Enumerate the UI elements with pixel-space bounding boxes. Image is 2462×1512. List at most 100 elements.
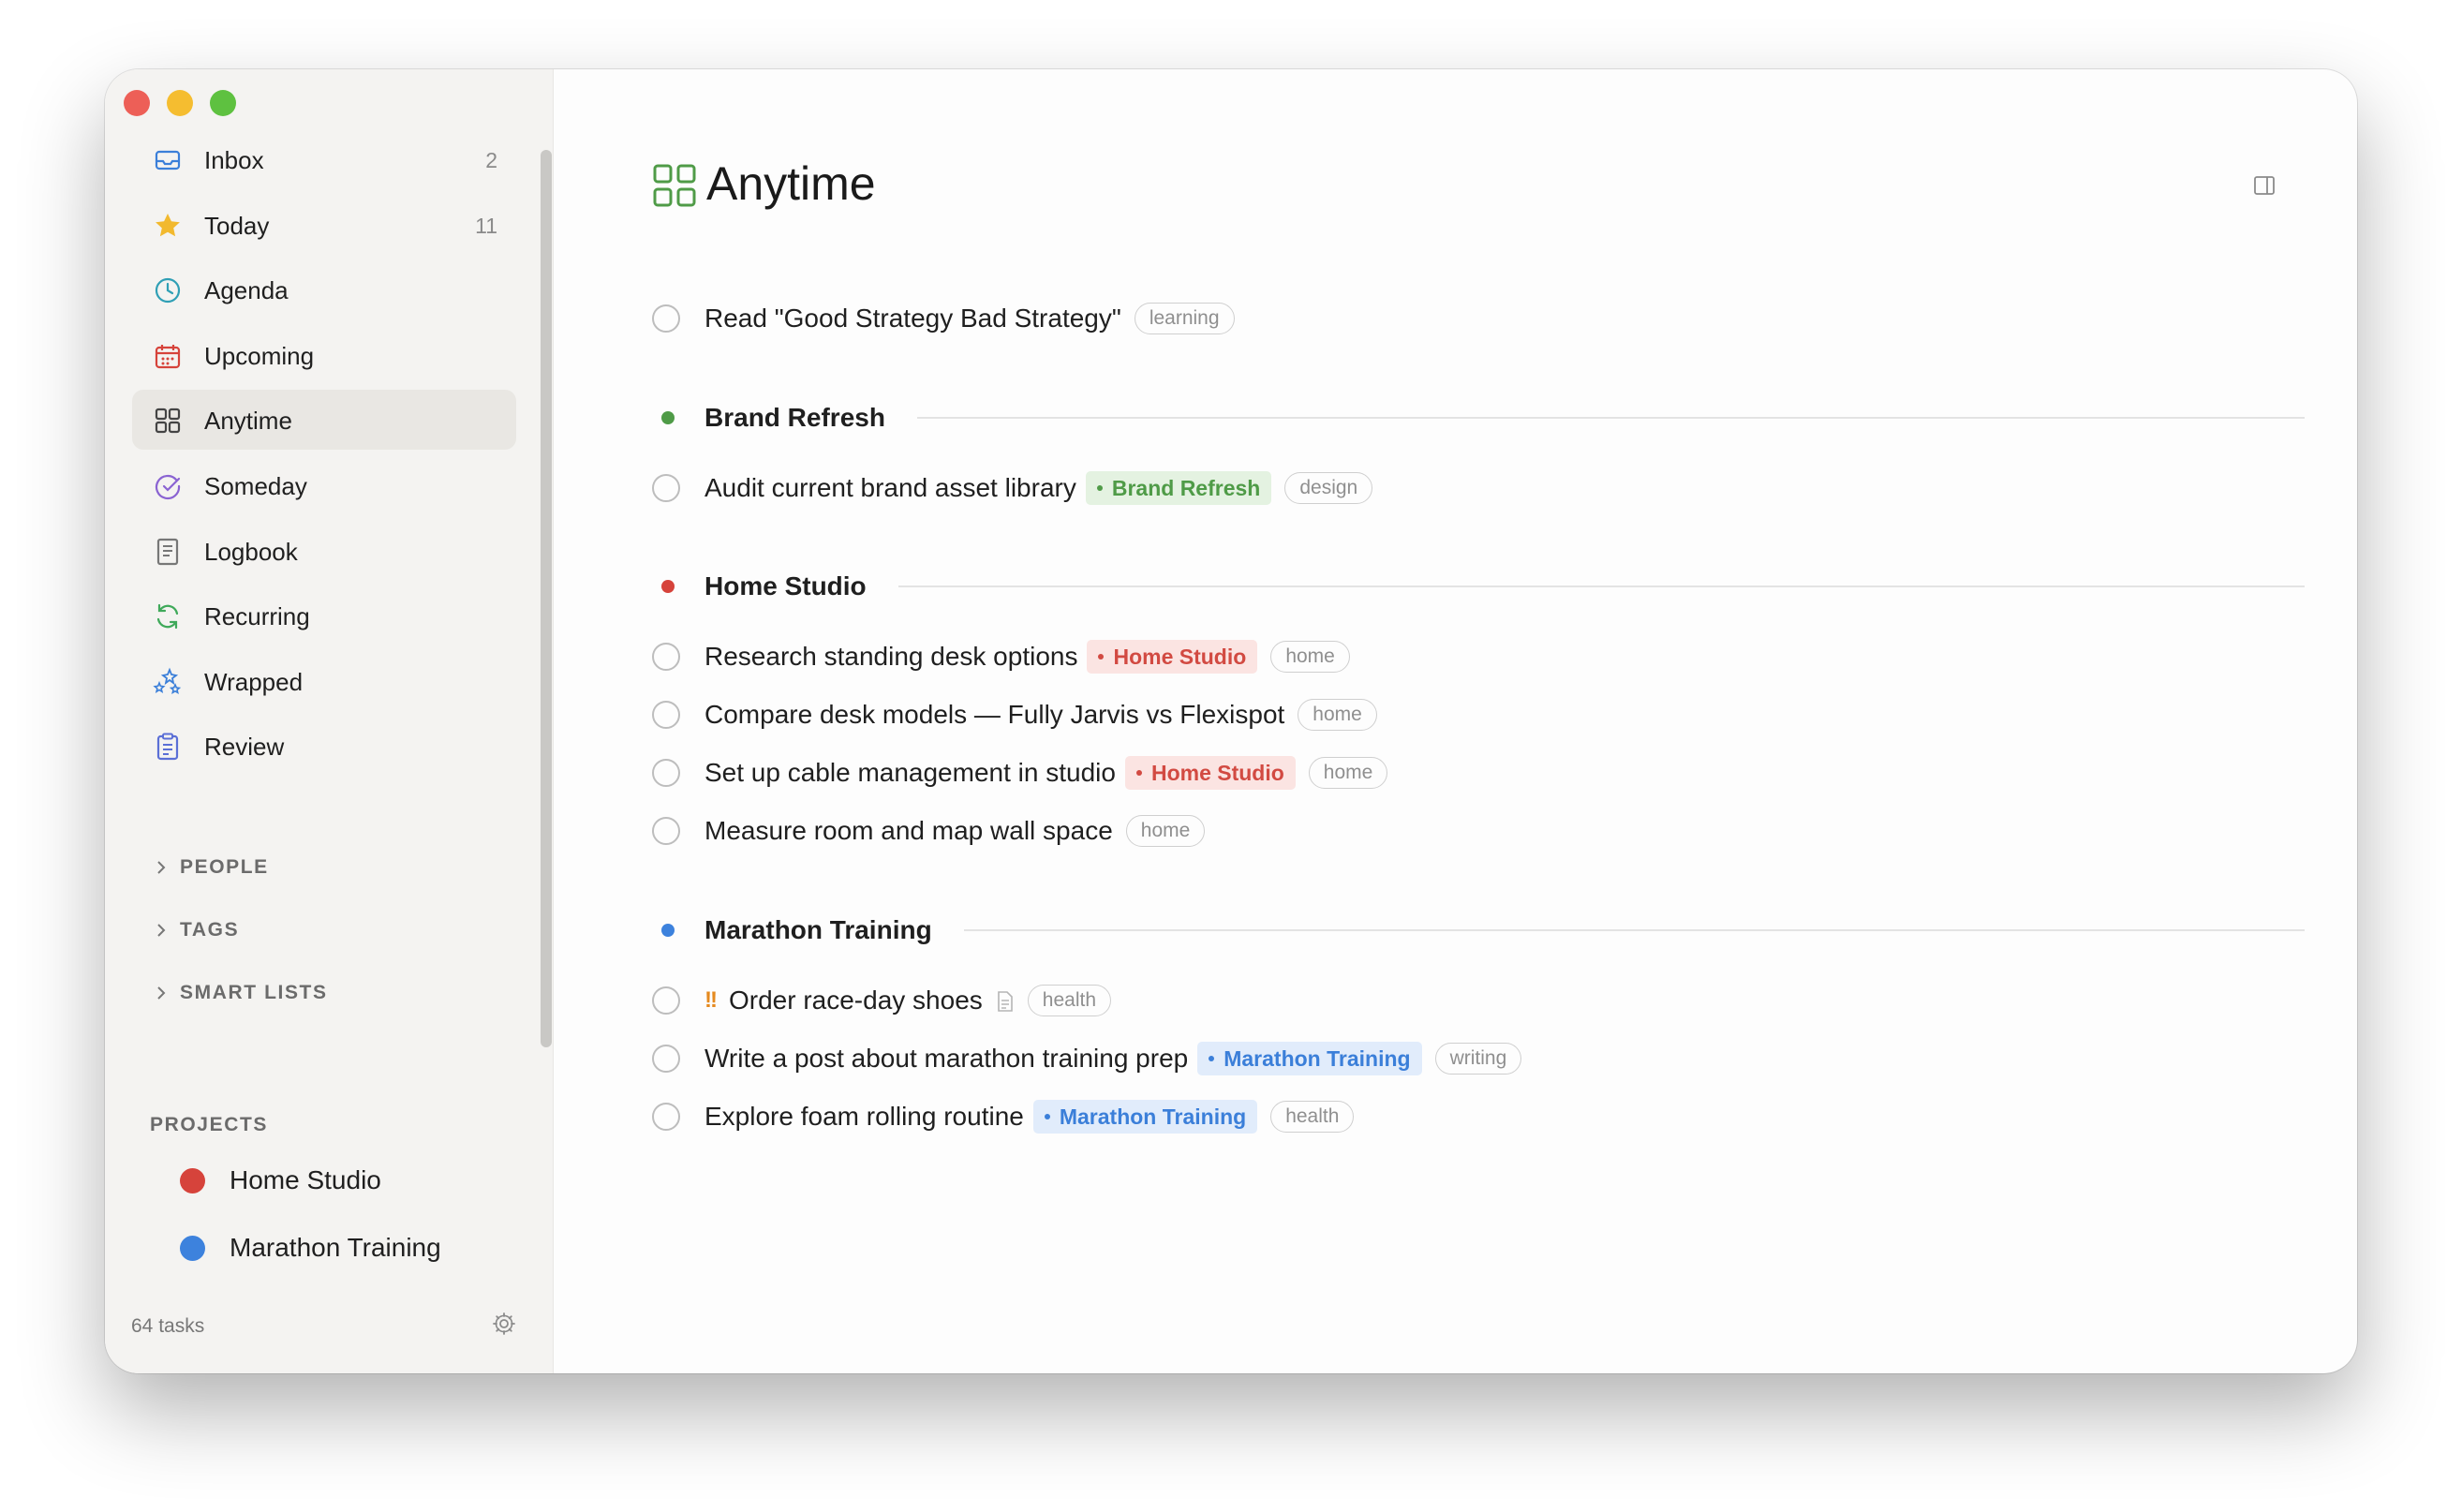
divider: [897, 586, 2305, 587]
chevron-right-icon: [157, 986, 166, 1000]
task-row[interactable]: Compare desk models — Fully Jarvis vs Fl…: [652, 694, 1377, 735]
sidebar-item-someday[interactable]: Someday: [132, 455, 516, 515]
tag-chip[interactable]: learning: [1134, 303, 1235, 334]
sidebar-item-upcoming[interactable]: Upcoming: [132, 325, 516, 385]
someday-icon: [153, 471, 183, 501]
section-label: SMART LISTS: [180, 982, 328, 1003]
divider: [963, 929, 2305, 931]
sidebar-section-people[interactable]: PEOPLE: [154, 852, 269, 882]
task-title: Research standing desk options: [704, 642, 1078, 671]
task-row[interactable]: Set up cable management in studio Home S…: [652, 752, 1388, 793]
task-row[interactable]: Write a post about marathon training pre…: [652, 1038, 1522, 1079]
task-checkbox[interactable]: [652, 1103, 680, 1131]
task-checkbox[interactable]: [652, 304, 680, 333]
zoom-window-button[interactable]: [210, 90, 236, 116]
bullet-dot: [1044, 1113, 1050, 1119]
task-title: Compare desk models — Fully Jarvis vs Fl…: [704, 700, 1285, 729]
task-title: Audit current brand asset library: [704, 473, 1076, 502]
sidebar-item-label: Anytime: [204, 407, 292, 436]
minimize-window-button[interactable]: [167, 90, 193, 116]
clock-icon: [153, 275, 183, 305]
sidebar-item-label: Wrapped: [204, 667, 304, 696]
page-title: Anytime: [706, 157, 876, 210]
sidebar-item-label: Agenda: [204, 276, 289, 305]
project-chip[interactable]: Brand Refresh: [1085, 471, 1272, 505]
star-icon: [153, 211, 183, 241]
task-checkbox[interactable]: [652, 474, 680, 502]
chevron-right-icon: [157, 861, 166, 874]
sidebar-item-recurring[interactable]: Recurring: [132, 586, 516, 645]
priority-indicator: !!: [704, 987, 718, 1013]
project-chip[interactable]: Home Studio: [1087, 640, 1258, 674]
sidebar-item-inbox[interactable]: Inbox 2: [132, 129, 516, 189]
tag-chip[interactable]: design: [1284, 472, 1373, 504]
sidebar-nav: Inbox 2 Today 11 Agenda Upcoming Anytime…: [132, 129, 516, 781]
sidebar-item-review[interactable]: Review: [132, 716, 516, 776]
tag-chip[interactable]: home: [1270, 641, 1350, 673]
tag-chip[interactable]: health: [1270, 1101, 1355, 1133]
task-row[interactable]: Audit current brand asset library Brand …: [652, 467, 1373, 509]
project-color-dot: [180, 1167, 205, 1193]
sidebar: Inbox 2 Today 11 Agenda Upcoming Anytime…: [105, 69, 554, 1373]
main-content: Anytime Read "Good Strategy Bad Strategy…: [554, 69, 2357, 1373]
sidebar-item-today[interactable]: Today 11: [132, 195, 516, 255]
task-checkbox[interactable]: [652, 643, 680, 671]
task-checkbox[interactable]: [652, 817, 680, 845]
logbook-icon: [153, 537, 183, 567]
bullet-dot: [1135, 769, 1142, 776]
project-group-heading[interactable]: Brand Refresh: [652, 399, 2305, 437]
group-title: Marathon Training: [704, 915, 932, 944]
sidebar-item-label: Logbook: [204, 537, 298, 566]
project-color-dot: [661, 924, 675, 937]
sidebar-item-anytime[interactable]: Anytime: [132, 390, 516, 451]
task-row[interactable]: Read "Good Strategy Bad Strategy" learni…: [652, 298, 1235, 339]
task-row[interactable]: Explore foam rolling routine Marathon Tr…: [652, 1096, 1355, 1137]
project-group-heading[interactable]: Home Studio: [652, 568, 2305, 605]
sidebar-item-agenda[interactable]: Agenda: [132, 259, 516, 319]
calendar-icon: [153, 341, 183, 371]
tag-chip[interactable]: home: [1308, 757, 1388, 789]
project-chip[interactable]: Marathon Training: [1197, 1042, 1422, 1075]
project-chip-label: Marathon Training: [1059, 1104, 1247, 1129]
task-checkbox[interactable]: [652, 1045, 680, 1073]
project-chip-label: Brand Refresh: [1111, 476, 1261, 500]
sidebar-item-label: Upcoming: [204, 341, 315, 370]
sidebar-section-tags[interactable]: TAGS: [154, 915, 239, 945]
project-label: Home Studio: [230, 1165, 381, 1194]
task-title: Write a post about marathon training pre…: [704, 1044, 1189, 1073]
project-group-heading[interactable]: Marathon Training: [652, 912, 2305, 949]
gear-icon[interactable]: [491, 1311, 517, 1337]
tag-chip[interactable]: health: [1027, 985, 1111, 1016]
task-checkbox[interactable]: [652, 986, 680, 1015]
task-checkbox[interactable]: [652, 759, 680, 787]
sidebar-item-logbook[interactable]: Logbook: [132, 521, 516, 581]
tag-chip[interactable]: home: [1298, 699, 1377, 731]
task-row[interactable]: Research standing desk options Home Stud…: [652, 636, 1350, 677]
task-row[interactable]: Measure room and map wall space home: [652, 810, 1206, 852]
project-chip-label: Marathon Training: [1224, 1046, 1411, 1071]
task-title: Order race-day shoes: [728, 986, 983, 1015]
tag-chip[interactable]: home: [1125, 815, 1206, 847]
clipboard-icon: [153, 732, 183, 762]
projects-heading: PROJECTS: [150, 1114, 268, 1135]
inbox-icon: [153, 145, 183, 175]
sidebar-section-smart-lists[interactable]: SMART LISTS: [154, 978, 328, 1008]
sidebar-item-count: 11: [475, 213, 497, 238]
project-color-dot: [180, 1235, 205, 1261]
sidebar-project-home-studio[interactable]: Home Studio: [180, 1160, 381, 1201]
sidebar-scrollbar[interactable]: [541, 150, 552, 1047]
project-chip[interactable]: Marathon Training: [1032, 1100, 1258, 1134]
task-row[interactable]: !! Order race-day shoes health: [652, 980, 1111, 1021]
sidebar-item-wrapped[interactable]: Wrapped: [132, 651, 516, 711]
close-window-button[interactable]: [124, 90, 150, 116]
project-chip[interactable]: Home Studio: [1124, 756, 1296, 790]
task-checkbox[interactable]: [652, 701, 680, 729]
tag-chip[interactable]: writing: [1434, 1043, 1522, 1075]
note-icon: [997, 991, 1013, 1012]
sidebar-toggle-icon[interactable]: [2251, 172, 2277, 199]
task-title: Measure room and map wall space: [704, 816, 1113, 845]
grid-icon: [153, 406, 183, 436]
task-title: Set up cable management in studio: [704, 758, 1116, 787]
section-label: PEOPLE: [180, 856, 269, 878]
sidebar-project-marathon-training[interactable]: Marathon Training: [180, 1227, 441, 1268]
